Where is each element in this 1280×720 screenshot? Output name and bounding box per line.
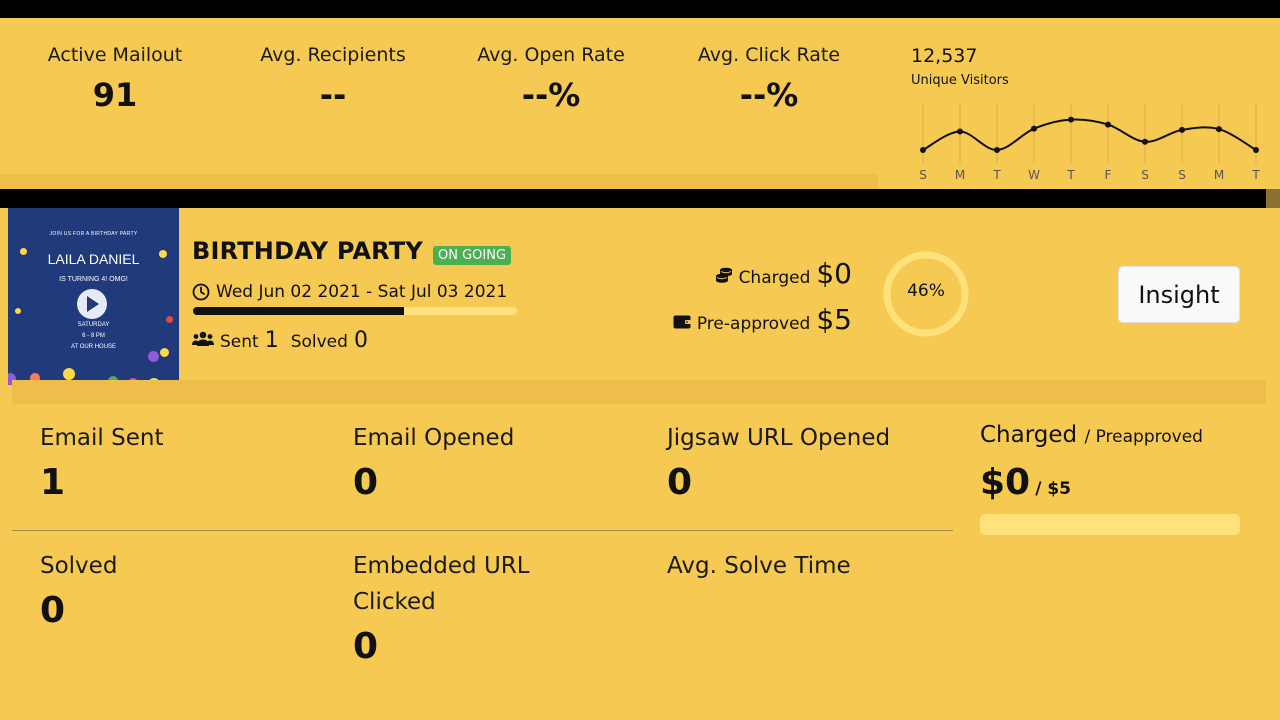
metric-value: 0 bbox=[353, 626, 379, 667]
preapproved-row: Pre-approved $5 bbox=[673, 303, 852, 336]
charged-progress-bar bbox=[980, 514, 1240, 535]
charged-row: Charged $0 bbox=[715, 257, 852, 290]
stat-label: Active Mailout bbox=[47, 44, 183, 66]
sparkline-day-label: S bbox=[919, 168, 927, 182]
charged-panel-label: Charged bbox=[980, 422, 1078, 448]
charged-value: $0 bbox=[816, 257, 852, 290]
thumb-text: IS TURNING 4! OMG! bbox=[59, 276, 128, 283]
preapproved-amount: / $5 bbox=[1035, 479, 1071, 499]
stat-label: Avg. Click Rate bbox=[697, 44, 841, 66]
metric-email-sent: Email Sent 1 bbox=[40, 420, 163, 503]
charged-amount: $0 bbox=[980, 462, 1031, 503]
sent-value: 1 bbox=[264, 328, 279, 353]
thumb-text: 6 - 8 PM bbox=[82, 333, 105, 339]
metric-jigsaw-url-opened: Jigsaw URL Opened 0 bbox=[667, 420, 890, 503]
stat-avg-click-rate: Avg. Click Rate --% bbox=[669, 44, 869, 114]
stat-value: --% bbox=[739, 76, 799, 114]
preapproved-value: $5 bbox=[816, 303, 852, 336]
sparkline-day-label: S bbox=[1141, 168, 1149, 182]
metric-embedded-url-clicked: Embedded URL Clicked 0 bbox=[353, 548, 553, 667]
metric-avg-solve-time: Avg. Solve Time bbox=[667, 548, 851, 590]
sparkline-point bbox=[1068, 116, 1074, 123]
stat-value: 91 bbox=[92, 76, 138, 114]
sparkline-day-label: W bbox=[1028, 168, 1040, 182]
date-progress-fill bbox=[193, 307, 404, 315]
metric-label: Solved bbox=[40, 553, 118, 579]
progress-ring-text: 46% bbox=[907, 281, 945, 301]
coins-icon bbox=[715, 267, 732, 283]
campaign-title[interactable]: BIRTHDAY PARTY bbox=[192, 237, 423, 265]
sparkline-point bbox=[1105, 121, 1111, 128]
visitors-sparkline: SMTWTFSSMT bbox=[919, 103, 1260, 182]
stat-label: Avg. Recipients bbox=[260, 44, 406, 66]
status-badge: ON GOING bbox=[433, 246, 512, 265]
sparkline-day-label: T bbox=[992, 168, 1001, 182]
sparkline-point bbox=[920, 147, 926, 153]
summary-divider-strip bbox=[0, 174, 878, 189]
date-range-text: Wed Jun 02 2021 - Sat Jul 03 2021 bbox=[216, 282, 508, 302]
solved-label: Solved bbox=[290, 332, 348, 352]
metric-label: Avg. Solve Time bbox=[667, 553, 851, 579]
thumb-text: AT OUR HOUSE bbox=[70, 344, 117, 350]
charged-panel-value: $0 / $5 bbox=[980, 462, 1071, 503]
sparkline-day-label: M bbox=[1214, 168, 1224, 182]
sparkline-day-label: T bbox=[1251, 168, 1260, 182]
sparkline-point bbox=[1179, 126, 1185, 133]
metric-label: Jigsaw URL Opened bbox=[667, 425, 891, 451]
clock-icon bbox=[192, 283, 210, 301]
unique-visitors-count: 12,537 bbox=[911, 45, 978, 67]
solved-value: 0 bbox=[353, 328, 368, 353]
metric-value: 0 bbox=[667, 462, 693, 503]
sent-label: Sent bbox=[220, 332, 259, 352]
metrics-divider bbox=[12, 530, 953, 531]
thumb-name: LAILA DANIEL bbox=[47, 251, 140, 267]
charged-label: Charged bbox=[738, 268, 811, 288]
stat-value: -- bbox=[319, 76, 347, 114]
card-divider-strip bbox=[12, 380, 1266, 404]
metric-email-opened: Email Opened 0 bbox=[353, 420, 514, 503]
thumb-logo-icon bbox=[77, 289, 107, 319]
stat-label: Avg. Open Rate bbox=[477, 44, 625, 66]
date-progress-bar bbox=[193, 307, 517, 315]
sparkline-point bbox=[1142, 138, 1148, 145]
thumb-text: SATURDAY bbox=[77, 322, 110, 328]
sent-solved-row: Sent 1 Solved 0 bbox=[192, 328, 368, 353]
sparkline-day-label: M bbox=[955, 168, 965, 182]
sparkline-day-label: T bbox=[1066, 168, 1075, 182]
stat-active-mailout: Active Mailout 91 bbox=[15, 44, 215, 114]
metric-solved: Solved 0 bbox=[40, 548, 117, 631]
metric-value: 0 bbox=[353, 462, 379, 503]
wallet-icon bbox=[673, 315, 691, 329]
sparkline-day-label: S bbox=[1178, 168, 1186, 182]
stat-avg-open-rate: Avg. Open Rate --% bbox=[451, 44, 651, 114]
sparkline-day-label: F bbox=[1105, 168, 1112, 182]
unique-visitors-label: Unique Visitors bbox=[911, 73, 1009, 88]
sparkline-point bbox=[1031, 125, 1037, 132]
charged-panel-title: Charged / Preapproved bbox=[980, 422, 1203, 448]
sparkline-point bbox=[994, 147, 1000, 153]
sparkline-line bbox=[922, 118, 1257, 152]
campaign-date-range: Wed Jun 02 2021 - Sat Jul 03 2021 bbox=[192, 282, 507, 302]
metric-label: Embedded URL Clicked bbox=[353, 553, 530, 615]
insight-button[interactable]: Insight bbox=[1118, 266, 1240, 323]
metric-value: 0 bbox=[40, 590, 66, 631]
metric-label: Email Opened bbox=[353, 425, 515, 451]
middle-black-bar bbox=[0, 189, 1266, 208]
sparkline-point bbox=[1216, 126, 1222, 133]
preapproved-panel-label: / Preapproved bbox=[1084, 427, 1203, 447]
middle-bar-edge bbox=[1266, 189, 1280, 208]
top-black-bar bbox=[0, 0, 1280, 18]
metric-value: 1 bbox=[40, 462, 66, 503]
users-icon bbox=[192, 331, 214, 346]
sparkline-point bbox=[1253, 147, 1259, 153]
thumb-text: JOIN US FOR A BIRTHDAY PARTY bbox=[49, 231, 138, 237]
stat-avg-recipients: Avg. Recipients -- bbox=[233, 44, 433, 114]
sparkline-point bbox=[957, 128, 963, 135]
campaign-thumbnail[interactable]: JOIN US FOR A BIRTHDAY PARTY LAILA DANIE… bbox=[8, 208, 179, 385]
stat-value: --% bbox=[521, 76, 581, 114]
thumb-details: SATURDAY 6 - 8 PM AT OUR HOUSE bbox=[8, 320, 179, 353]
preapproved-label: Pre-approved bbox=[696, 314, 811, 334]
metric-label: Email Sent bbox=[40, 425, 164, 451]
